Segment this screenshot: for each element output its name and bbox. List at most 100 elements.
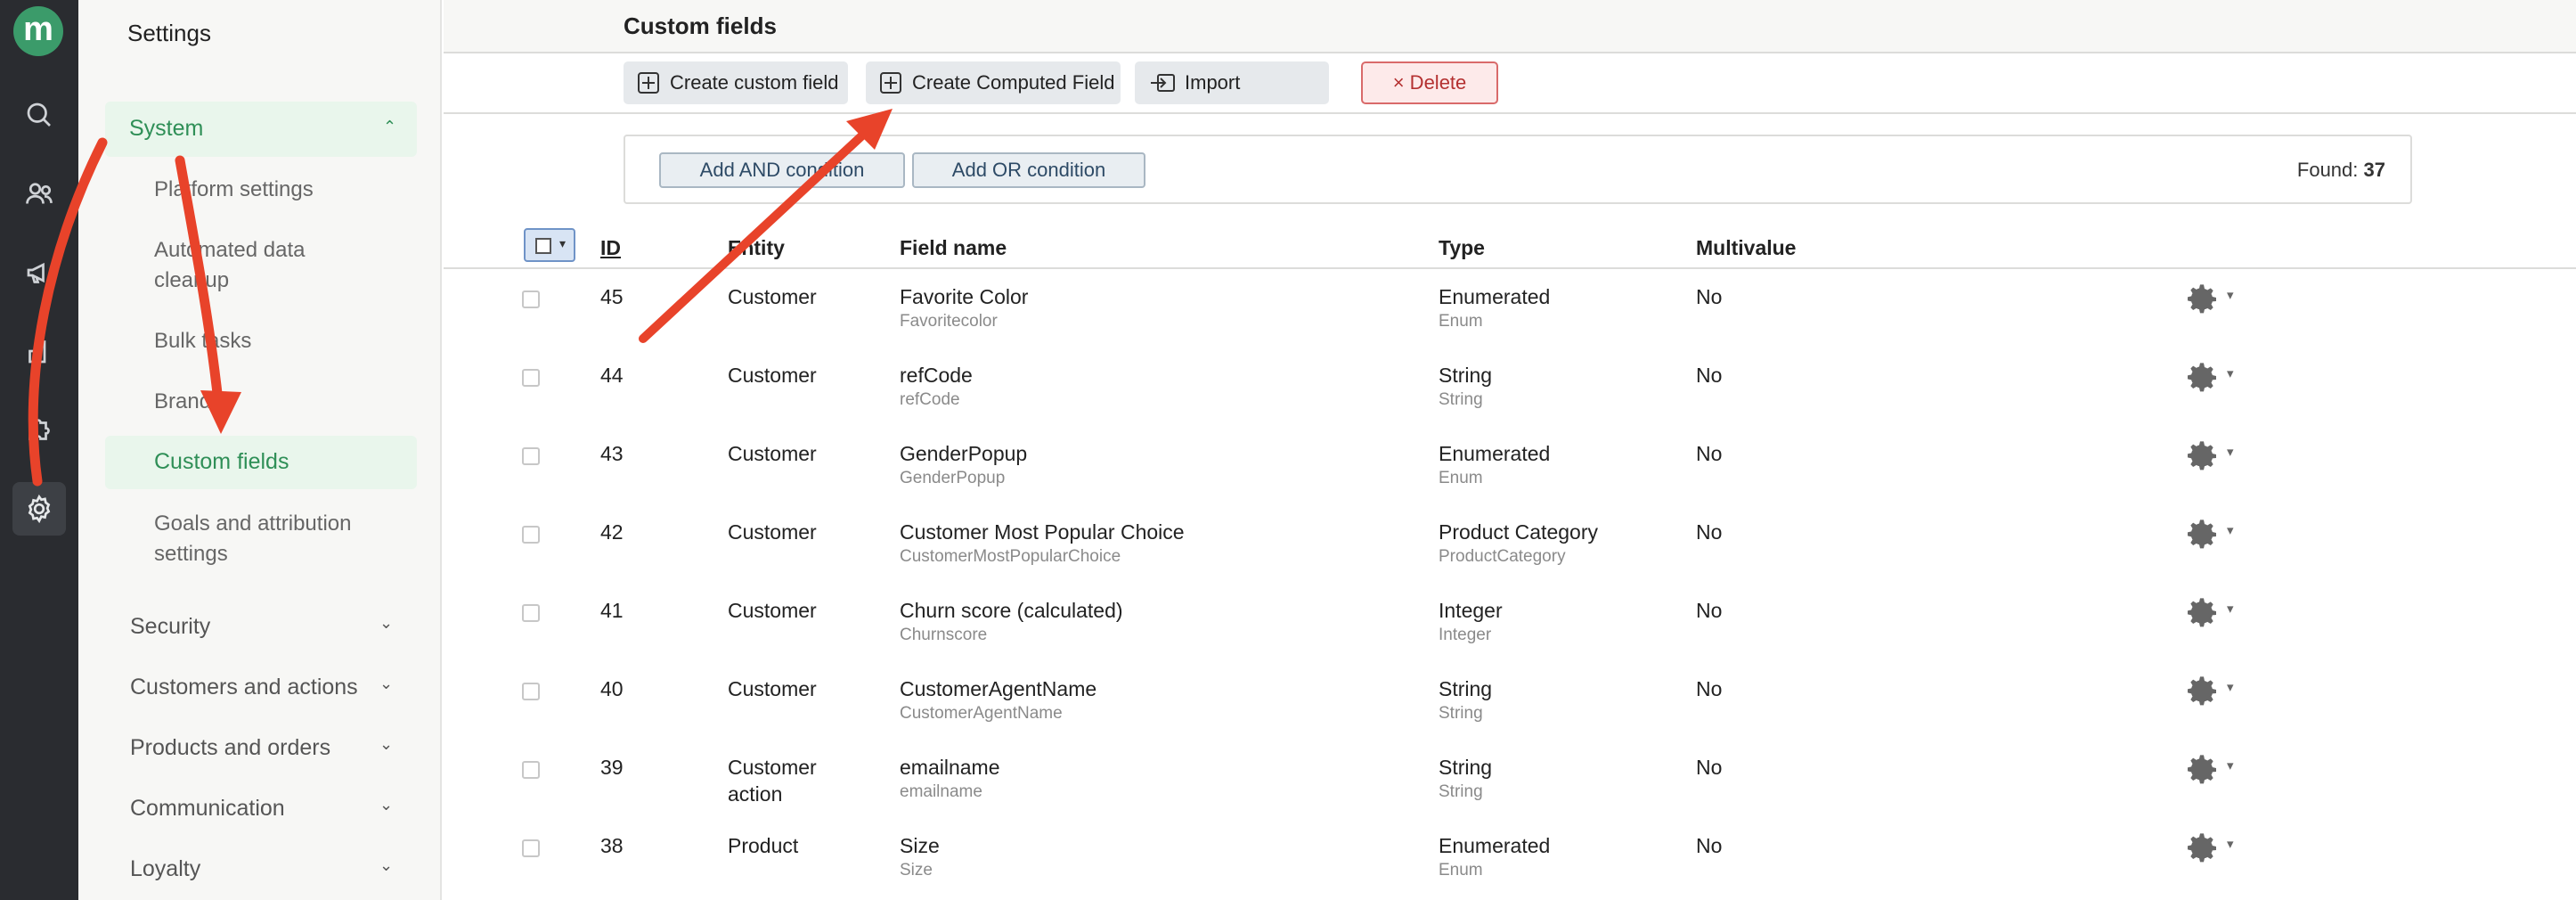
- sidebar-item-platform-settings[interactable]: Platform settings: [154, 175, 314, 205]
- sidebar-item-custom-fields[interactable]: Custom fields: [105, 436, 417, 489]
- cell-field-name[interactable]: Size: [900, 832, 940, 859]
- sidebar-section-system[interactable]: System ⌃: [105, 102, 417, 157]
- table-row[interactable]: 45 Customer Favorite Color Favoritecolor Enu…: [444, 267, 2576, 346]
- row-checkbox[interactable]: [522, 290, 540, 308]
- found-value: 37: [2363, 159, 2385, 181]
- cell-id: 38: [600, 834, 624, 857]
- cell-field-name[interactable]: Customer Most Popular Choice: [900, 519, 1185, 545]
- sidebar-section-communication[interactable]: Communication: [130, 796, 285, 822]
- row-checkbox[interactable]: [522, 761, 540, 779]
- cell-id: 45: [600, 285, 624, 308]
- cell-multivalue: No: [1696, 834, 1723, 857]
- row-checkbox[interactable]: [522, 369, 540, 387]
- gear-icon[interactable]: [12, 482, 66, 536]
- gear-icon[interactable]: [2185, 517, 2221, 552]
- cell-multivalue: No: [1696, 364, 1723, 387]
- caret-down-icon: ▾: [559, 236, 567, 250]
- chevron-down-icon[interactable]: ⌄: [379, 735, 393, 754]
- cell-field-name[interactable]: emailname: [900, 754, 1000, 781]
- checkbox: [535, 238, 551, 254]
- sidebar-section-loyalty[interactable]: Loyalty: [130, 856, 200, 882]
- cell-multivalue: No: [1696, 285, 1723, 308]
- sidebar-section-products-orders[interactable]: Products and orders: [130, 735, 330, 761]
- sidebar-item-automated-data-cleanup[interactable]: Automated data cleanup: [154, 235, 368, 296]
- table-row[interactable]: 41 Customer Churn score (calculated) Churns…: [444, 581, 2576, 659]
- cell-field-name[interactable]: GenderPopup: [900, 440, 1027, 467]
- chevron-down-icon[interactable]: ⌄: [379, 796, 393, 814]
- gear-icon[interactable]: [2185, 830, 2221, 866]
- row-checkbox[interactable]: [522, 839, 540, 857]
- cell-type: Product Category: [1439, 520, 1598, 544]
- table-row[interactable]: 43 Customer GenderPopup GenderPopup Enumerat…: [444, 424, 2576, 503]
- table-row[interactable]: 39 Customer action emailname emailname Strin…: [444, 738, 2576, 816]
- import-button[interactable]: Import: [1135, 61, 1329, 104]
- column-header-id[interactable]: ID: [600, 236, 621, 260]
- brand-logo[interactable]: m: [13, 6, 63, 56]
- caret-down-icon[interactable]: ▾: [2227, 836, 2234, 852]
- import-icon: [1151, 74, 1175, 92]
- cell-id: 42: [600, 520, 624, 544]
- add-or-condition-button[interactable]: Add OR condition: [912, 152, 1145, 188]
- caret-down-icon[interactable]: ▾: [2227, 679, 2234, 695]
- column-header-field-name: Field name: [900, 236, 1007, 259]
- sidebar-item-goals-attribution[interactable]: Goals and attribution settings: [154, 509, 386, 569]
- puzzle-icon[interactable]: [12, 403, 66, 456]
- caret-down-icon[interactable]: ▾: [2227, 757, 2234, 773]
- row-checkbox[interactable]: [522, 683, 540, 700]
- sidebar-item-bulk-tasks[interactable]: Bulk tasks: [154, 326, 251, 356]
- gear-icon[interactable]: [2185, 282, 2221, 317]
- sidebar-item-brand[interactable]: Brand: [154, 387, 211, 417]
- add-and-condition-button[interactable]: Add AND condition: [659, 152, 905, 188]
- create-custom-field-button[interactable]: Create custom field: [624, 61, 848, 104]
- chevron-down-icon[interactable]: ⌄: [379, 856, 393, 875]
- table-row[interactable]: 44 Customer refCode refCode String String No ▾: [444, 346, 2576, 424]
- row-checkbox[interactable]: [522, 604, 540, 622]
- table-row[interactable]: 40 Customer CustomerAgentName CustomerAgent…: [444, 659, 2576, 738]
- users-icon[interactable]: [12, 168, 66, 221]
- cell-multivalue: No: [1696, 442, 1723, 465]
- cell-id: 41: [600, 599, 624, 622]
- button-label: Create custom field: [670, 71, 839, 94]
- gear-icon[interactable]: [2185, 360, 2221, 396]
- caret-down-icon[interactable]: ▾: [2227, 444, 2234, 460]
- row-checkbox[interactable]: [522, 526, 540, 544]
- table-row[interactable]: 38 Product Size Size Enumerated Enum No ▾: [444, 816, 2576, 895]
- cell-id: 40: [600, 677, 624, 700]
- create-computed-field-button[interactable]: Create Computed Field: [866, 61, 1121, 104]
- cell-type-code: Enum: [1439, 861, 1483, 880]
- cell-type-code: String: [1439, 782, 1483, 801]
- cell-field-name[interactable]: refCode: [900, 362, 973, 389]
- cell-field-name[interactable]: CustomerAgentName: [900, 675, 1096, 702]
- cell-type-code: String: [1439, 704, 1483, 723]
- cell-type: String: [1439, 756, 1493, 779]
- cell-field-system-name: CustomerAgentName: [900, 704, 1063, 723]
- megaphone-icon[interactable]: [12, 246, 66, 299]
- sidebar-section-security[interactable]: Security: [130, 614, 210, 640]
- cell-entity: Customer: [728, 677, 817, 700]
- cell-field-name[interactable]: Favorite Color: [900, 283, 1028, 310]
- delete-button[interactable]: × Delete: [1361, 61, 1498, 104]
- gear-icon[interactable]: [2185, 595, 2221, 631]
- gear-icon[interactable]: [2185, 674, 2221, 709]
- chart-icon[interactable]: [12, 324, 66, 378]
- table-header: ▾ ID Entity Field name Type Multivalue: [444, 225, 2576, 269]
- caret-down-icon[interactable]: ▾: [2227, 522, 2234, 538]
- cell-field-system-name: Favoritecolor: [900, 312, 998, 331]
- search-icon[interactable]: [12, 88, 66, 142]
- cell-entity: Customer: [728, 364, 817, 387]
- caret-down-icon[interactable]: ▾: [2227, 287, 2234, 303]
- table-row[interactable]: 42 Customer Customer Most Popular Choice Cu…: [444, 503, 2576, 581]
- gear-icon[interactable]: [2185, 752, 2221, 788]
- chevron-down-icon[interactable]: ⌄: [379, 675, 393, 693]
- cell-multivalue: No: [1696, 677, 1723, 700]
- caret-down-icon[interactable]: ▾: [2227, 365, 2234, 381]
- icon-rail: m: [0, 0, 78, 900]
- chevron-down-icon[interactable]: ⌄: [379, 614, 393, 633]
- row-checkbox[interactable]: [522, 447, 540, 465]
- cell-field-name[interactable]: Churn score (calculated): [900, 597, 1123, 624]
- select-all-dropdown[interactable]: ▾: [524, 228, 575, 262]
- gear-icon[interactable]: [2185, 438, 2221, 474]
- caret-down-icon[interactable]: ▾: [2227, 601, 2234, 617]
- sidebar-section-customers-actions[interactable]: Customers and actions: [130, 675, 358, 700]
- cell-type: String: [1439, 364, 1493, 387]
